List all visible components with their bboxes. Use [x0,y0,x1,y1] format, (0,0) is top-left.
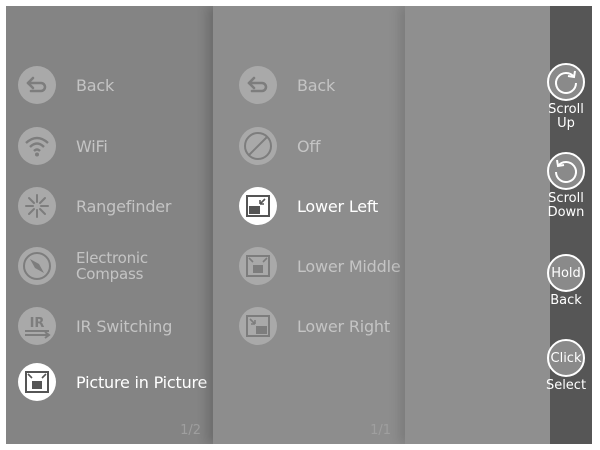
off-icon [239,127,277,165]
menu-item-electronic-compass[interactable]: Electronic Compass [18,244,196,288]
page-indicator: 1/1 [370,423,391,438]
main-menu-panel: Back WiFi Rangefinder Electronic Compass… [6,6,213,444]
menu-item-picture-in-picture[interactable]: Picture in Picture [18,360,207,404]
svg-text:IR: IR [30,316,45,331]
click-select-label: Select [545,378,587,393]
picture-in-picture-icon [18,363,56,401]
menu-item-label: Electronic Compass [76,249,148,283]
empty-panel [405,6,550,444]
menu-item-back[interactable]: Back [18,63,114,107]
submenu-item-label: Back [297,75,336,95]
wifi-icon [18,127,56,165]
hold-button-circle: Hold [547,254,585,292]
compass-icon [18,247,56,285]
menu-item-rangefinder[interactable]: Rangefinder [18,184,172,228]
device-screen: Back WiFi Rangefinder Electronic Compass… [6,6,592,444]
submenu-item-label: Off [297,136,321,156]
submenu-item-lower-right[interactable]: Lower Right [239,304,390,348]
menu-item-label: Picture in Picture [76,372,208,392]
menu-item-wifi[interactable]: WiFi [18,124,108,168]
submenu-panel: Back Off Lower Left Lower Middle Lower R… [213,6,405,444]
click-select-button[interactable]: Click Select [538,339,592,393]
hold-back-label: Back [550,293,582,308]
scroll-down-button[interactable]: Scroll Down [538,152,592,220]
pip-lower-middle-icon [239,247,277,285]
submenu-item-off[interactable]: Off [239,124,320,168]
click-button-circle: Click [547,339,585,377]
pip-lower-left-icon [239,187,277,225]
menu-item-label: WiFi [76,136,108,156]
submenu-item-lower-left[interactable]: Lower Left [239,184,378,228]
scroll-up-button[interactable]: Scroll Up [538,63,592,131]
submenu-item-label: Lower Middle [297,256,401,276]
pip-lower-right-icon [239,307,277,345]
menu-item-ir-switching[interactable]: IR IR Switching [18,304,172,348]
submenu-item-label: Lower Left [297,196,379,216]
scroll-down-icon [547,152,585,190]
back-arrow-icon [18,66,56,104]
submenu-item-back[interactable]: Back [239,63,335,107]
ir-switch-icon: IR [18,307,56,345]
hold-back-button[interactable]: Hold Back [538,254,592,308]
scroll-up-icon [547,63,585,101]
menu-item-label: Rangefinder [76,196,172,216]
page-indicator: 1/2 [180,423,201,438]
scroll-down-label: Scroll Down [547,191,585,220]
control-sidebar: Scroll Up Scroll Down Hold Back Click Se… [546,6,592,444]
menu-item-label: Back [76,75,115,95]
menu-item-label: IR Switching [76,316,173,336]
back-arrow-icon [239,66,277,104]
submenu-item-label: Lower Right [297,316,390,336]
rangefinder-icon [18,187,56,225]
scroll-up-label: Scroll Up [548,102,584,131]
submenu-item-lower-middle[interactable]: Lower Middle [239,244,401,288]
